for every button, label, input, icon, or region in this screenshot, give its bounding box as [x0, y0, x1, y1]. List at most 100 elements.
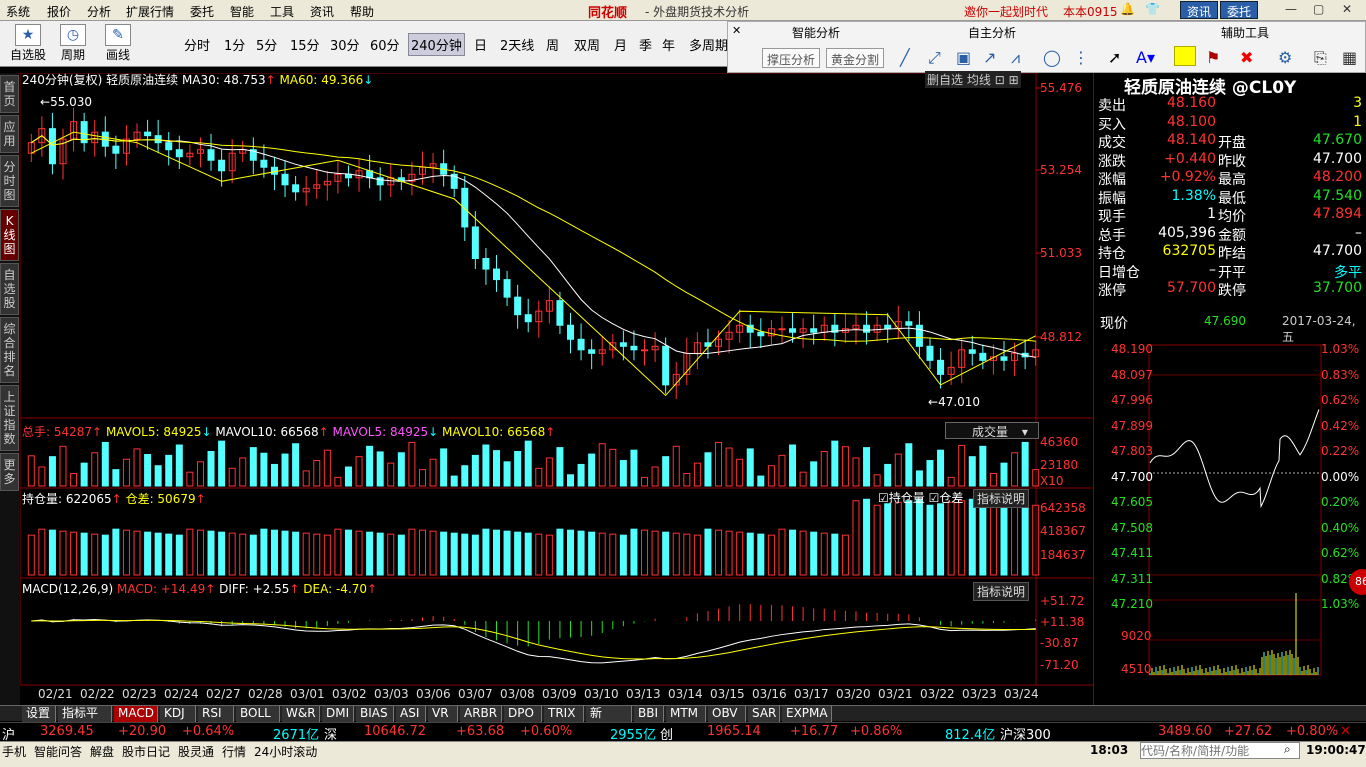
side-tab-more[interactable]: 更多 [0, 453, 19, 491]
cursor-icon[interactable]: ➚ [1108, 48, 1121, 67]
indicator-tab[interactable]: BIAS [356, 706, 394, 722]
status-jiepan[interactable]: 解盘 [90, 743, 114, 760]
side-tab-watchlist[interactable]: 自选股 [0, 263, 19, 315]
news-button[interactable]: 资讯 [1180, 1, 1219, 19]
period-60min[interactable]: 60分 [370, 35, 400, 54]
indicator-tab[interactable]: 指标平台 [58, 706, 112, 735]
maximize-icon[interactable]: ▢ [1313, 2, 1324, 16]
ray-tool-icon[interactable]: ↗ [983, 48, 996, 67]
menu-system[interactable]: 系统 [6, 3, 30, 20]
indicator-tab[interactable]: 设置 [22, 706, 56, 722]
menu-extended[interactable]: 扩展行情 [126, 3, 174, 20]
settings-gear-icon[interactable]: ⚙ [1278, 48, 1292, 67]
indicator-tab[interactable]: DPO [504, 706, 542, 722]
indicator-tab[interactable]: ASI [396, 706, 426, 722]
period-30min[interactable]: 30分 [330, 35, 360, 54]
status-diary[interactable]: 股市日记 [122, 743, 170, 760]
polyline-tool-icon[interactable]: ⩘ [1011, 48, 1020, 68]
side-tab-ranking[interactable]: 综合排名 [0, 317, 19, 383]
indicator-tab[interactable]: TRIX [544, 706, 584, 722]
stats-icon[interactable]: ▦ [1342, 48, 1357, 67]
menu-smart[interactable]: 智能 [230, 3, 254, 20]
remove-watchlist-button[interactable]: 删自选 [927, 73, 963, 87]
macd-indicator-help-button[interactable]: 指标说明 [973, 582, 1030, 601]
bell-icon[interactable]: 🔔 [1120, 2, 1135, 16]
golden-ratio-button[interactable]: 黄金分割 [826, 48, 885, 68]
period-2day[interactable]: 2天线 [500, 35, 534, 54]
chart-lock-icon[interactable]: ⊡ [995, 73, 1005, 87]
period-quarter[interactable]: 季 [639, 35, 652, 54]
ma-toggle-button[interactable]: 均线 [967, 73, 991, 87]
indicator-tab[interactable]: MTM [666, 706, 706, 722]
period-240min[interactable]: 240分钟 [408, 33, 465, 56]
close-icon[interactable]: ✕ [1342, 2, 1352, 16]
menu-order[interactable]: 委托 [190, 3, 214, 20]
indicator-tab[interactable]: VR [428, 706, 458, 722]
menu-analysis[interactable]: 分析 [87, 3, 111, 20]
status-mobile[interactable]: 手机 [2, 743, 26, 760]
line-tool-icon[interactable]: ╱ [900, 48, 910, 67]
chart-canvas[interactable] [20, 73, 1093, 705]
side-tab-sh-index[interactable]: 上证指数 [0, 385, 19, 451]
promo-link[interactable]: 邀你一起划时代 [964, 3, 1048, 20]
color-swatch[interactable] [1174, 46, 1196, 66]
indicator-tab[interactable]: BBI [634, 706, 664, 722]
menu-help[interactable]: 帮助 [350, 3, 374, 20]
text-tool-icon[interactable]: A▾ [1136, 48, 1155, 67]
period-week[interactable]: 周 [546, 35, 559, 54]
status-gulingtong[interactable]: 股灵通 [178, 743, 214, 760]
period-5min[interactable]: 5分 [256, 35, 277, 54]
indicator-tab[interactable]: SAR [748, 706, 780, 722]
indicator-tab[interactable]: ARBR [460, 706, 502, 722]
side-tab-apps[interactable]: 应用 [0, 115, 19, 153]
volume-selector[interactable]: 成交量 ▾ [945, 422, 1039, 439]
indicator-tab[interactable]: OBV [708, 706, 746, 722]
status-qa[interactable]: 智能问答 [34, 743, 82, 760]
oi-indicator-help-button[interactable]: 指标说明 [973, 489, 1030, 508]
period-month[interactable]: 月 [614, 35, 627, 54]
rect-tool-icon[interactable]: ▣ [956, 48, 971, 67]
menu-quote[interactable]: 报价 [47, 3, 71, 20]
draw-tool[interactable]: ✎ 画线 [100, 24, 136, 63]
period-year[interactable]: 年 [662, 35, 675, 54]
chart-expand-icon[interactable]: ⊞ [1009, 73, 1019, 87]
period-day[interactable]: 日 [474, 35, 487, 54]
export-icon[interactable]: ⎘ [1314, 48, 1327, 68]
period-1min[interactable]: 1分 [224, 35, 245, 54]
indicator-tab[interactable]: MACD [114, 706, 158, 722]
segment-tool-icon[interactable]: ⤢ [928, 48, 941, 68]
side-tab-kline[interactable]: K线图 [0, 209, 19, 261]
minimize-icon[interactable]: — [1285, 2, 1297, 16]
ellipse-tool-icon[interactable]: ◯ [1043, 48, 1061, 67]
support-resistance-button[interactable]: 撑压分析 [762, 48, 821, 68]
menu-tools[interactable]: 工具 [270, 3, 294, 20]
period-biweek[interactable]: 双周 [574, 35, 600, 54]
shirt-icon[interactable]: 👕 [1145, 2, 1160, 16]
indicator-tab[interactable]: EXPMA [782, 706, 832, 722]
period-tool[interactable]: ◷ 周期 [55, 24, 91, 63]
search-icon[interactable]: ⌕ [1284, 742, 1291, 757]
menu-news[interactable]: 资讯 [310, 3, 334, 20]
more-tools-icon[interactable]: ⋮ [1073, 48, 1089, 67]
period-multi[interactable]: 多周期 [689, 35, 727, 54]
search-input[interactable] [1140, 742, 1300, 759]
indicator-tab[interactable]: RSI [198, 706, 234, 722]
oi-diff-checkbox[interactable]: ☑仓差 [929, 491, 964, 505]
bookmark-icon[interactable]: ⚑ [1206, 48, 1220, 67]
period-fenshi[interactable]: 分时 [184, 35, 210, 54]
indicator-tab[interactable]: DMI [322, 706, 354, 722]
period-15min[interactable]: 15分 [290, 35, 320, 54]
indicator-tab[interactable]: BOLL [236, 706, 280, 722]
indicator-tab[interactable]: 新DMA [586, 706, 632, 735]
order-button[interactable]: 委托 [1220, 1, 1259, 19]
panel-close-icon[interactable]: ✕ [732, 24, 741, 37]
indicator-tab[interactable]: W&R [282, 706, 320, 722]
status-quotes[interactable]: 行情 [222, 743, 246, 760]
delete-icon[interactable]: ✖ [1240, 48, 1253, 67]
side-tab-timeshare[interactable]: 分时图 [0, 155, 19, 207]
kline-chart[interactable]: 240分钟(复权) 轻质原油连续 MA30: 48.753↑ MA60: 49.… [20, 71, 1093, 705]
status-news-scroll[interactable]: 24小时滚动 [254, 743, 317, 760]
holding-checkbox[interactable]: ☑持仓量 [878, 491, 925, 505]
index-bar-close-icon[interactable]: ✕ [1340, 724, 1351, 739]
indicator-tab[interactable]: KDJ [160, 706, 196, 722]
